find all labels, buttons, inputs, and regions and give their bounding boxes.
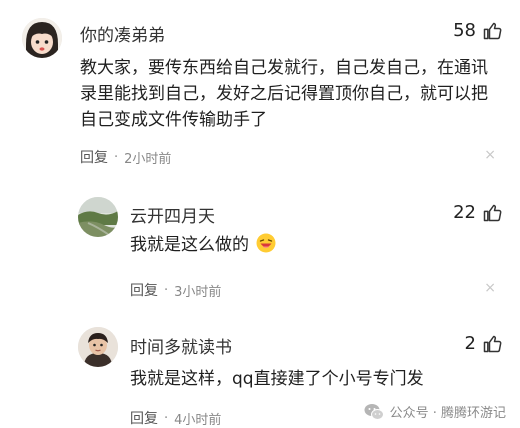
close-icon[interactable]: × — [484, 280, 496, 296]
wechat-logo-icon — [364, 403, 384, 420]
like-button[interactable]: 22 — [453, 202, 502, 223]
separator: · — [114, 149, 119, 165]
timestamp: 3小时前 — [174, 284, 222, 300]
like-count: 22 — [453, 202, 476, 223]
avatar[interactable] — [78, 197, 118, 237]
comment-1: 你的凑弟弟 58 教大家，要传东西给自己发就行，自己发自己，在通讯 录里能找到自… — [0, 0, 520, 175]
separator: · — [164, 410, 169, 426]
comment-meta: 回复 · 2小时前 — [80, 147, 171, 167]
separator: · — [164, 282, 169, 298]
commenter-name[interactable]: 你的凑弟弟 — [80, 21, 165, 46]
close-icon[interactable]: × — [484, 147, 496, 163]
avatar[interactable] — [78, 327, 118, 367]
comment-text-line: 教大家，要传东西给自己发就行，自己发自己，在通讯 — [80, 58, 488, 78]
comment-text-line: 录里能找到自己，发好之后记得置顶你自己，就可以把 — [80, 84, 488, 104]
reply-button[interactable]: 回复 — [130, 408, 158, 428]
comment-text: 我就是这么做的 — [130, 232, 276, 258]
comment-meta: 回复 · 3小时前 — [130, 280, 221, 300]
avatar-image — [22, 18, 62, 58]
thumbs-up-icon — [483, 22, 502, 39]
timestamp: 2小时前 — [124, 151, 172, 167]
like-count: 58 — [453, 20, 476, 41]
watermark: 公众号 · 腾腾环游记 — [364, 402, 506, 421]
comment-text-line: 我就是这么做的 — [130, 235, 249, 255]
comment-text-line: 我就是这样，qq直接建了个小号专门发 — [130, 369, 424, 389]
commenter-name[interactable]: 时间多就读书 — [130, 333, 232, 358]
comment-text: 我就是这样，qq直接建了个小号专门发 — [130, 366, 424, 392]
thumbs-up-icon — [483, 335, 502, 352]
comment-2: 云开四月天 22 我就是这么做的 回复 · 3小时前 × — [0, 175, 520, 305]
commenter-name[interactable]: 云开四月天 — [130, 202, 215, 227]
thumbs-up-icon — [483, 204, 502, 221]
comment-meta: 回复 · 4小时前 — [130, 408, 221, 428]
watermark-text: 公众号 · 腾腾环游记 — [389, 406, 506, 421]
comment-text: 教大家，要传东西给自己发就行，自己发自己，在通讯 录里能找到自己，发好之后记得置… — [80, 55, 500, 133]
reply-button[interactable]: 回复 — [130, 280, 158, 300]
avatar[interactable] — [22, 18, 62, 58]
like-count: 2 — [464, 333, 476, 354]
avatar-image — [78, 197, 118, 237]
like-button[interactable]: 58 — [453, 20, 502, 41]
reply-button[interactable]: 回复 — [80, 147, 108, 167]
comment-text-line: 自己变成文件传输助手了 — [80, 110, 267, 130]
laughing-face-icon — [256, 233, 276, 253]
like-button[interactable]: 2 — [465, 333, 502, 354]
avatar-image — [78, 327, 118, 367]
timestamp: 4小时前 — [174, 412, 222, 428]
